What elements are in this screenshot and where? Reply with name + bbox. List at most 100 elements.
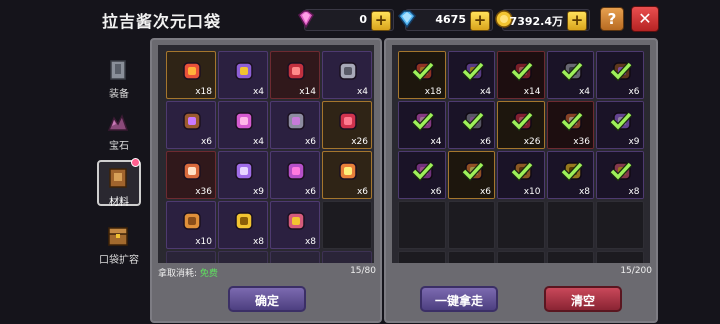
- add-blue-gem-button[interactable]: +: [470, 11, 490, 31]
- take-cost-row: 拿取消耗: 免费: [158, 266, 218, 279]
- pocket-item-slot[interactable]: x26: [322, 101, 372, 149]
- selected-item-slot[interactable]: x6: [447, 151, 495, 199]
- pocket-item-slot[interactable]: [322, 251, 372, 263]
- selected-item-slot[interactable]: x10: [497, 151, 545, 199]
- add-pink-gem-button[interactable]: +: [371, 11, 391, 31]
- pocket-item-slot[interactable]: x36: [166, 151, 216, 199]
- tab-materials-label: 材料: [109, 197, 129, 208]
- pocket-item-slot[interactable]: x6: [270, 101, 320, 149]
- pocket-item-slot[interactable]: x8: [218, 201, 268, 249]
- bronze-ring-icon: [183, 212, 201, 230]
- empty-slot[interactable]: [546, 201, 594, 249]
- item-count: x6: [304, 187, 316, 197]
- pocket-item-slot[interactable]: x6: [166, 101, 216, 149]
- tab-expand-pocket-label: 口袋扩容: [99, 255, 139, 266]
- pocket-item-slot[interactable]: [166, 251, 216, 263]
- pocket-item-slot[interactable]: x14: [270, 51, 320, 99]
- checkmark-icon: [411, 61, 435, 82]
- pocket-grid: x18 x4 x14 x4 x6 x4 x6 x26 x36 x9 x6 x6 …: [166, 51, 372, 263]
- item-count: x14: [299, 87, 316, 97]
- crimson-leaf-icon: [287, 62, 305, 80]
- selected-item-slot[interactable]: x6: [447, 101, 495, 149]
- red-crystal-icon: [339, 112, 357, 130]
- pocket-item-slot[interactable]: x4: [218, 101, 268, 149]
- empty-slot[interactable]: [447, 251, 495, 263]
- pocket-item-slot[interactable]: x18: [166, 51, 216, 99]
- pocket-item-slot[interactable]: x6: [322, 151, 372, 199]
- help-button[interactable]: ?: [600, 7, 624, 31]
- add-gold-button[interactable]: +: [567, 11, 587, 31]
- selected-item-slot[interactable]: x26: [497, 101, 545, 149]
- checkmark-icon: [609, 161, 633, 182]
- selected-item-slot[interactable]: x6: [596, 51, 644, 99]
- rune-glyph-icon: [287, 212, 305, 230]
- checkmark-icon: [461, 111, 484, 132]
- pocket-inventory-area: x18 x4 x14 x4 x6 x4 x6 x26 x36 x9 x6 x6 …: [158, 45, 374, 263]
- selected-item-slot[interactable]: x6: [398, 151, 446, 199]
- pocket-item-slot[interactable]: x10: [166, 201, 216, 249]
- pocket-item-slot[interactable]: [218, 251, 268, 263]
- selected-item-slot[interactable]: x4: [447, 51, 495, 99]
- empty-slot[interactable]: [497, 201, 545, 249]
- pocket-item-slot[interactable]: x4: [322, 51, 372, 99]
- empty-slot[interactable]: [447, 201, 495, 249]
- selected-item-slot[interactable]: x36: [546, 101, 594, 149]
- tab-expand-pocket[interactable]: 口袋扩容: [94, 218, 144, 266]
- empty-slot[interactable]: [398, 201, 446, 249]
- item-count: x4: [430, 137, 442, 147]
- empty-slot[interactable]: [398, 251, 446, 263]
- empty-slot[interactable]: [596, 251, 644, 263]
- take-cost-value: 免费: [199, 269, 218, 279]
- empty-slot[interactable]: [322, 201, 372, 249]
- staff-icon: [183, 112, 201, 130]
- item-count: x6: [200, 137, 212, 147]
- selected-item-slot[interactable]: x4: [546, 51, 594, 99]
- selected-item-slot[interactable]: x18: [398, 51, 446, 99]
- pocket-item-slot[interactable]: [270, 251, 320, 263]
- gold-value: 7392.4万: [509, 15, 563, 28]
- selection-panel: x18 x4 x14 x4 x6 x4 x6 x26 x36 x9 x6 x6 …: [384, 38, 658, 323]
- tab-gems[interactable]: 宝石: [94, 104, 144, 152]
- chest-expand-icon: [108, 227, 128, 246]
- selected-item-slot[interactable]: x14: [497, 51, 545, 99]
- item-count: x4: [356, 87, 368, 97]
- checkmark-icon: [560, 161, 583, 182]
- tab-materials[interactable]: 材料: [94, 158, 144, 208]
- empty-slot[interactable]: [497, 251, 545, 263]
- item-count: x6: [430, 187, 442, 197]
- tab-equipment[interactable]: 装备: [94, 52, 144, 100]
- selected-item-slot[interactable]: x9: [596, 101, 644, 149]
- pink-gem-icon: [298, 10, 314, 29]
- new-badge: [131, 158, 140, 167]
- pink-drop-icon: [235, 112, 253, 130]
- checkmark-icon: [411, 161, 435, 182]
- item-count: x10: [523, 187, 541, 197]
- confirm-button[interactable]: 确定: [228, 286, 306, 312]
- item-count: x6: [356, 187, 368, 197]
- selected-item-slot[interactable]: x8: [596, 151, 644, 199]
- take-all-button[interactable]: 一键拿走: [420, 286, 498, 312]
- item-count: x8: [304, 237, 316, 247]
- pocket-item-slot[interactable]: x6: [270, 151, 320, 199]
- item-count: x8: [578, 187, 590, 197]
- blue-gem-value: 4675: [435, 13, 466, 26]
- selected-item-slot[interactable]: x8: [546, 151, 594, 199]
- pocket-item-slot[interactable]: x8: [270, 201, 320, 249]
- selected-item-slot[interactable]: x4: [398, 101, 446, 149]
- item-count: x18: [424, 87, 442, 97]
- selection-capacity: 15/200: [620, 266, 652, 276]
- gear-coil-icon: [339, 62, 357, 80]
- checkmark-icon: [560, 61, 583, 82]
- purple-potion-icon: [235, 162, 253, 180]
- close-button[interactable]: ✕: [631, 6, 659, 32]
- empty-slot[interactable]: [546, 251, 594, 263]
- empty-slot[interactable]: [596, 201, 644, 249]
- item-count: x6: [304, 137, 316, 147]
- checkmark-icon: [461, 161, 484, 182]
- clear-button[interactable]: 清空: [544, 286, 622, 312]
- armor-icon: [110, 60, 126, 80]
- checkmark-icon: [609, 61, 633, 82]
- pocket-item-slot[interactable]: x4: [218, 51, 268, 99]
- pocket-item-slot[interactable]: x9: [218, 151, 268, 199]
- item-count: x10: [195, 237, 212, 247]
